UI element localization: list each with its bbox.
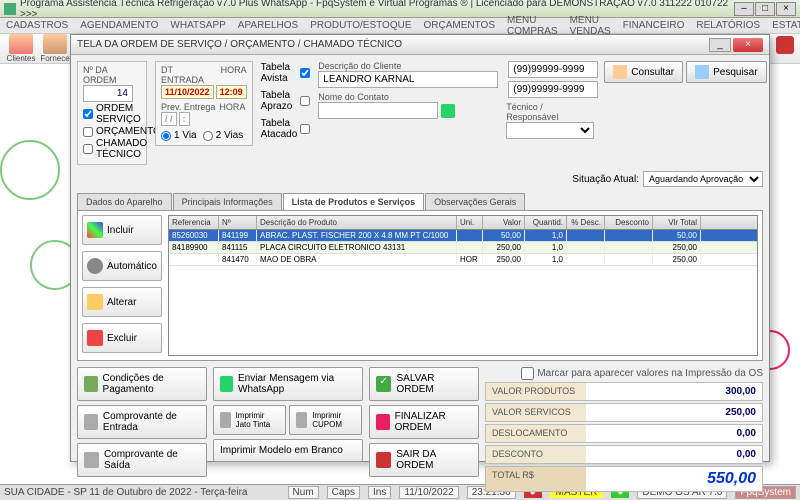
radio-2vias[interactable] [203, 131, 213, 141]
menu-aparelhos[interactable]: APARELHOS [238, 20, 298, 31]
printer-icon [220, 412, 231, 428]
menu-relatorios[interactable]: RELATÓRIOS [696, 20, 760, 31]
exit-icon[interactable] [776, 36, 794, 54]
tab-lista-produtos[interactable]: Lista de Produtos e Serviços [283, 193, 425, 210]
supplier-icon [43, 34, 67, 54]
window-close-button[interactable]: × [733, 38, 763, 52]
contato-input[interactable] [318, 102, 438, 119]
app-titlebar: Programa Assistência Técnica Refrigeraçã… [0, 0, 800, 18]
barcode-icon [87, 258, 103, 274]
chk-avista[interactable] [300, 68, 310, 78]
find-icon [695, 65, 709, 79]
table-row[interactable]: 841470MAO DE OBRAHOR250,001,0250,00 [169, 254, 757, 266]
desconto-total: 0,00 [586, 446, 762, 463]
tab-observacoes[interactable]: Observações Gerais [425, 193, 525, 210]
deslocamento: 0,00 [586, 425, 762, 442]
valor-servicos: 250,00 [586, 404, 762, 421]
tabs: Dados do Aparelho Principais Informações… [77, 193, 763, 211]
modelo-branco-button[interactable]: Imprimir Modelo em Branco [213, 439, 363, 462]
menu-orcamentos[interactable]: ORÇAMENTOS [424, 20, 496, 31]
radio-1via[interactable] [161, 131, 171, 141]
tecnico-select[interactable] [506, 122, 594, 139]
excluir-button[interactable]: Excluir [82, 323, 162, 353]
printer-icon [84, 414, 98, 430]
menu-whatsapp[interactable]: WHATSAPP [170, 20, 225, 31]
order-num-value: 14 [83, 85, 133, 102]
table-row[interactable]: 84189900841115PLACA CIRCUITO ELETRONICO … [169, 242, 757, 254]
tab-principais-info[interactable]: Principais Informações [173, 193, 282, 210]
toolbar-clientes[interactable]: Clientes [4, 34, 38, 63]
window-minimize-button[interactable]: _ [709, 38, 731, 52]
toolbar-fornece[interactable]: Fornece [38, 34, 72, 63]
cliente-input[interactable] [318, 71, 498, 88]
prev-date[interactable]: / / [161, 112, 177, 126]
status-select[interactable]: Aguardando Aprovação [643, 171, 763, 187]
incluir-button[interactable]: Incluir [82, 215, 162, 245]
cond-pagamento-button[interactable]: Condições de Pagamento [77, 367, 207, 401]
money-icon [84, 376, 98, 392]
chk-orcamento[interactable] [83, 127, 93, 137]
comp-entrada-button[interactable]: Comprovante de Entrada [77, 405, 207, 439]
whatsapp-icon[interactable] [441, 104, 455, 118]
product-grid[interactable]: Referencia Nº Descrição do Produto Uni. … [168, 215, 758, 356]
minimize-button[interactable]: – [734, 2, 754, 16]
window-title: TELA DA ORDEM DE SERVIÇO / ORÇAMENTO / C… [77, 39, 709, 50]
cupom-button[interactable]: Imprimir CUPOM [289, 405, 362, 435]
whatsapp-icon [220, 376, 233, 392]
salvar-button[interactable]: ✓SALVAR ORDEM [369, 367, 479, 401]
chk-atacado[interactable] [300, 124, 310, 134]
printer-icon [84, 452, 99, 468]
dt-entrada[interactable]: 11/10/2022 [161, 85, 214, 99]
consultar-button[interactable]: Consultar [604, 61, 683, 83]
add-icon [87, 222, 103, 238]
comp-saida-button[interactable]: Comprovante de Saída [77, 443, 207, 477]
whatsapp-button[interactable]: Enviar Mensagem via WhatsApp [213, 367, 363, 401]
valor-produtos: 300,00 [586, 383, 762, 400]
flag-icon [376, 414, 390, 430]
menu-estatistica[interactable]: ESTATÍSTICA [772, 20, 800, 31]
search-icon [613, 65, 627, 79]
jato-tinta-button[interactable]: Imprimir Jato Tinta [213, 405, 286, 435]
phone1-input[interactable] [508, 61, 598, 78]
exit-icon [376, 452, 391, 468]
menubar: CADASTROS AGENDAMENTO WHATSAPP APARELHOS… [0, 18, 800, 34]
sair-button[interactable]: SAIR DA ORDEM [369, 443, 479, 477]
service-order-window: TELA DA ORDEM DE SERVIÇO / ORÇAMENTO / C… [70, 34, 770, 462]
total-geral: 550,00 [586, 467, 762, 491]
tab-dados-aparelho[interactable]: Dados do Aparelho [77, 193, 172, 210]
alterar-button[interactable]: Alterar [82, 287, 162, 317]
automatico-button[interactable]: Automático [82, 251, 162, 281]
window-titlebar: TELA DA ORDEM DE SERVIÇO / ORÇAMENTO / C… [71, 35, 769, 55]
edit-icon [87, 294, 103, 310]
menu-agendamento[interactable]: AGENDAMENTO [80, 20, 158, 31]
app-title: Programa Assistência Técnica Refrigeraçã… [20, 0, 734, 20]
chk-chamado[interactable] [83, 144, 93, 154]
finalizar-button[interactable]: FINALIZAR ORDEM [369, 405, 479, 439]
phone2-input[interactable] [508, 81, 598, 98]
delete-icon [87, 330, 103, 346]
close-button[interactable]: × [776, 2, 796, 16]
order-num-label: Nº DA ORDEM [83, 65, 141, 85]
menu-financeiro[interactable]: FINANCEIRO [623, 20, 685, 31]
maximize-button[interactable]: □ [755, 2, 775, 16]
table-row[interactable]: 85260030841199ABRAC. PLAST. FISCHER 200 … [169, 230, 757, 242]
chk-ordem-servico[interactable] [83, 109, 93, 119]
app-icon [4, 3, 16, 15]
prev-hora[interactable]: : [179, 112, 190, 126]
pesquisar-button[interactable]: Pesquisar [686, 61, 766, 83]
people-icon [9, 34, 33, 54]
status-label: Situação Atual: [572, 174, 639, 185]
menu-produto[interactable]: PRODUTO/ESTOQUE [310, 20, 411, 31]
chk-print-values[interactable] [521, 367, 534, 380]
hora-entrada[interactable]: 12:09 [216, 85, 247, 99]
menu-cadastros[interactable]: CADASTROS [6, 20, 68, 31]
receipt-icon [296, 412, 307, 428]
chk-aprazo[interactable] [300, 96, 310, 106]
